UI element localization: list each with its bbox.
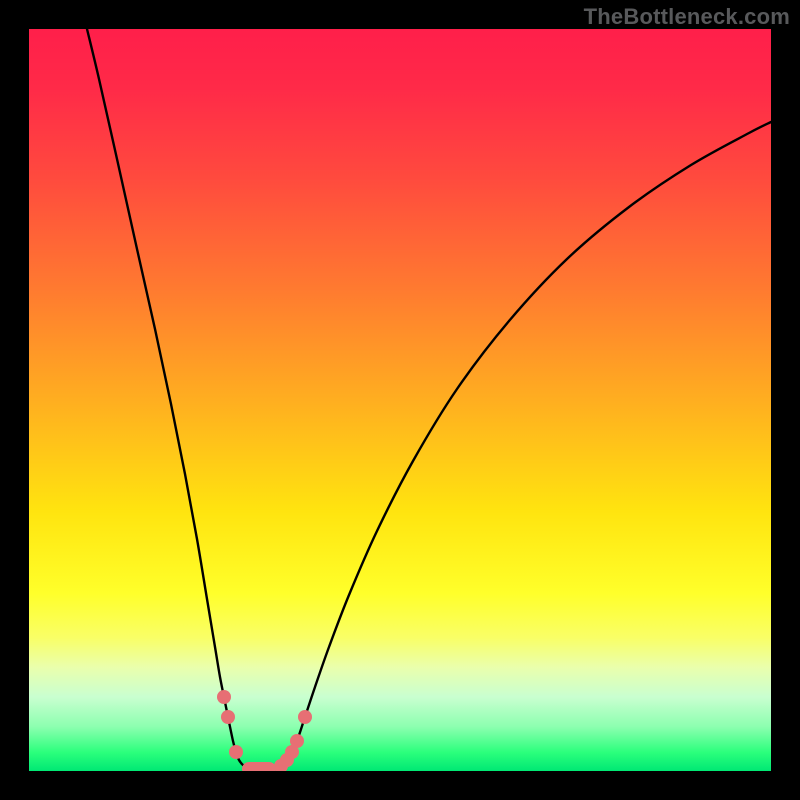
curve-marker (217, 690, 231, 704)
curve-marker (298, 710, 312, 724)
chart-stage: TheBottleneck.com (0, 0, 800, 800)
plot-area (29, 29, 771, 771)
watermark-text: TheBottleneck.com (584, 4, 790, 30)
curve-marker (242, 762, 276, 771)
bottleneck-curve (29, 29, 771, 771)
curve-marker (290, 734, 304, 748)
curve-marker (221, 710, 235, 724)
curve-marker (229, 745, 243, 759)
